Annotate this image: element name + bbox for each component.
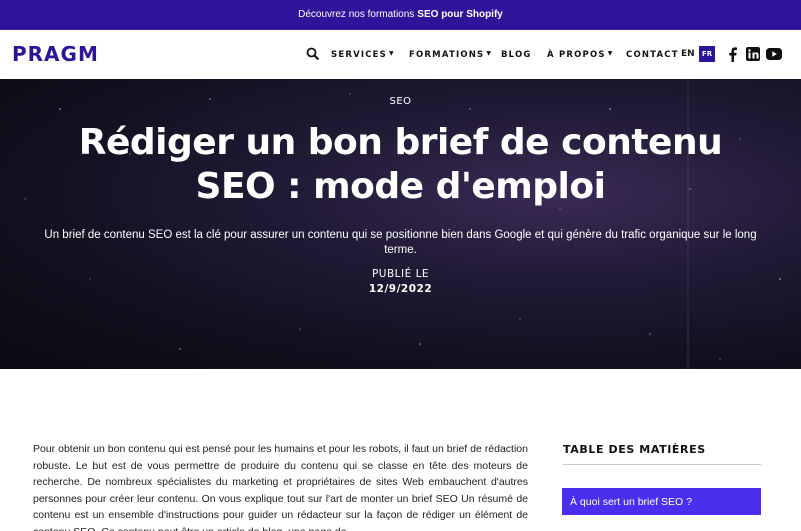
linkedin-icon[interactable] (745, 46, 761, 62)
lang-fr-link[interactable]: FR (699, 46, 715, 62)
published-label: PUBLIÉ LE (371, 268, 430, 280)
nav-item-contact[interactable]: CONTACT (626, 30, 679, 79)
promo-banner[interactable]: Découvrez nos formations SEO pour Shopif… (0, 0, 801, 30)
promo-text: Découvrez nos formations (298, 9, 415, 20)
nav-item-label: À PROPOS (547, 49, 606, 60)
page-title: Rédiger un bon brief de contenu SEO : mo… (78, 122, 723, 207)
chevron-down-icon: ▼ (607, 50, 614, 57)
logo[interactable]: PRAGM (12, 44, 99, 64)
toc-item-label: À quoi sert un brief SEO ? (570, 495, 692, 508)
facebook-icon[interactable] (724, 46, 740, 62)
nav-item-blog[interactable]: BLOG (501, 30, 532, 79)
nav-item-label: BLOG (501, 49, 532, 60)
hero-banner: SEO Rédiger un bon brief de contenu SEO … (0, 79, 801, 369)
article-category[interactable]: SEO (0, 96, 801, 107)
nav-item-services[interactable]: SERVICES ▼ (331, 30, 395, 79)
promo-link[interactable]: SEO pour Shopify (417, 9, 503, 20)
lang-en-link[interactable]: EN (681, 49, 695, 59)
article-body: Pour obtenir un bon contenu qui est pens… (33, 443, 528, 531)
toc-heading: TABLE DES MATIÈRES (563, 443, 761, 465)
chevron-down-icon: ▼ (486, 50, 493, 57)
nav-item-a-propos[interactable]: À PROPOS ▼ (547, 30, 614, 79)
article-summary: Un brief de contenu SEO est la clé pour … (44, 229, 757, 256)
youtube-icon[interactable] (766, 46, 782, 62)
nav-item-label: SERVICES (331, 49, 387, 60)
nav-item-label: FORMATIONS (409, 49, 485, 60)
nav-item-formations[interactable]: FORMATIONS ▼ (409, 30, 492, 79)
toc-item[interactable]: À quoi sert un brief SEO ? (562, 488, 761, 515)
published-date: 12/9/2022 (368, 283, 433, 295)
nav-item-label: CONTACT (626, 49, 679, 60)
main-nav: PRAGM SERVICES ▼ FORMATIONS ▼ BLOG À PROPO… (0, 30, 801, 79)
chevron-down-icon: ▼ (388, 50, 395, 57)
search-icon[interactable] (306, 47, 320, 61)
